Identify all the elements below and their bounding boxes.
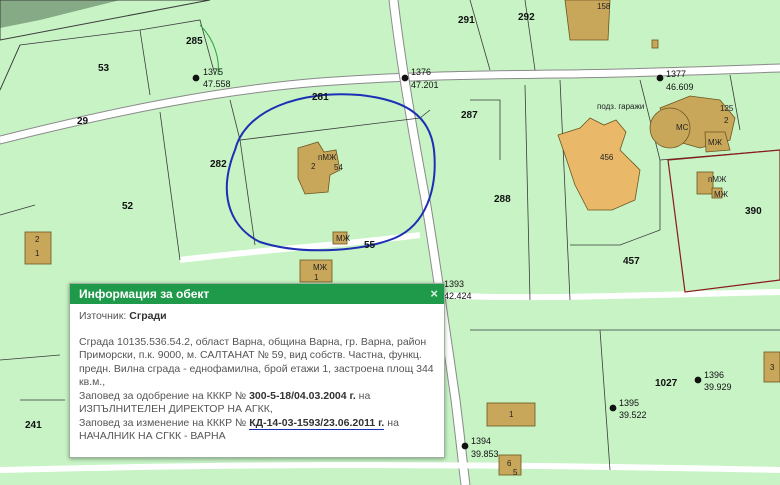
parcel-label: 52	[122, 201, 134, 212]
approval-order: Заповед за одобрение на КККР № 300-5-18/…	[79, 390, 435, 404]
parcel-label: 390	[745, 206, 762, 217]
point-value: 39.853	[471, 449, 499, 459]
parcel-label: 1027	[655, 378, 678, 389]
point-value: 47.201	[411, 80, 439, 90]
building-label: подз. гаражи	[597, 102, 644, 111]
parcel-label: 29	[77, 116, 89, 127]
building-label: 1	[314, 273, 319, 282]
point-id: 1393	[444, 279, 464, 289]
popup-title: Информация за обект	[79, 287, 210, 301]
popup-body: Източник: Сгради Сграда 10135.536.54.2, …	[70, 304, 444, 444]
parcel-label: 55	[364, 240, 376, 251]
amendment-order: Заповед за изменение на КККР № КД-14-03-…	[79, 416, 435, 431]
parcel-label: 457	[623, 256, 640, 267]
point-id: 1395	[619, 398, 639, 408]
parcel-label: 291	[458, 15, 475, 26]
building-label: МЖ	[313, 263, 328, 272]
point-value: 39.522	[619, 410, 647, 420]
point-id: 1375	[203, 67, 223, 77]
object-info-popup: Информация за обект × Източник: Сгради С…	[69, 283, 445, 458]
source-value: Сгради	[129, 310, 167, 322]
point-id: 1376	[411, 67, 431, 77]
building-label: пМЖ	[318, 153, 337, 162]
approval-authority: ИЗПЪЛНИТЕЛЕН ДИРЕКТОР НА АГКК,	[79, 403, 273, 415]
parcel-label: 53	[98, 63, 110, 74]
point-value: 42.424	[444, 291, 472, 301]
parcel-label: 287	[461, 110, 478, 121]
approval-order-prefix: Заповед за одобрение на КККР №	[79, 389, 250, 402]
amendment-order-number: КД-14-03-1593/23.06.2011 г.	[249, 416, 385, 430]
building-label: 1	[509, 410, 514, 419]
building-label: 2	[35, 235, 40, 244]
parcel-label: 281	[312, 92, 329, 103]
popup-header: Информация за обект ×	[70, 284, 444, 304]
source-label: Източник:	[79, 310, 130, 322]
approval-order-suffix: на	[355, 389, 371, 402]
source-line: Източник: Сгради	[79, 310, 435, 324]
building-label: МЖ	[714, 190, 729, 199]
building-label: 3	[770, 363, 775, 372]
building-label: МЖ	[336, 234, 351, 243]
building-label: 158	[597, 2, 611, 11]
parcel-label: 292	[518, 12, 535, 23]
building-label: МС	[676, 123, 689, 132]
parcel-label: 241	[25, 420, 42, 431]
point-id: 1396	[704, 370, 724, 380]
point-value: 47.558	[203, 79, 231, 89]
point-value: 39.929	[704, 382, 732, 392]
amendment-order-prefix: Заповед за изменение на КККР №	[79, 416, 250, 429]
close-icon[interactable]: ×	[430, 284, 438, 304]
building-label: 2	[311, 162, 316, 171]
building-label: пМЖ	[708, 175, 727, 184]
building-label: 6	[507, 459, 512, 468]
point-value: 46.609	[666, 82, 694, 92]
building-label: 54	[334, 163, 343, 172]
parcel-label: 282	[210, 159, 227, 170]
building-label: 2	[724, 116, 729, 125]
parcel-label: 285	[186, 36, 203, 47]
object-description: Сграда 10135.536.54.2, област Варна, общ…	[79, 335, 434, 389]
amendment-order-suffix: на	[384, 416, 399, 429]
parcel-label: 288	[494, 194, 511, 205]
point-id: 1377	[666, 69, 686, 79]
building-label: 1	[35, 249, 40, 258]
amendment-authority: НАЧАЛНИК НА СГКК - ВАРНА	[79, 430, 226, 442]
approval-order-number: 300-5-18/04.03.2004 г.	[249, 389, 356, 402]
building-label: 456	[600, 153, 614, 162]
point-id: 1394	[471, 436, 491, 446]
building-label: МЖ	[708, 138, 723, 147]
building-label: 5	[513, 468, 518, 477]
building-label: 125	[720, 104, 734, 113]
